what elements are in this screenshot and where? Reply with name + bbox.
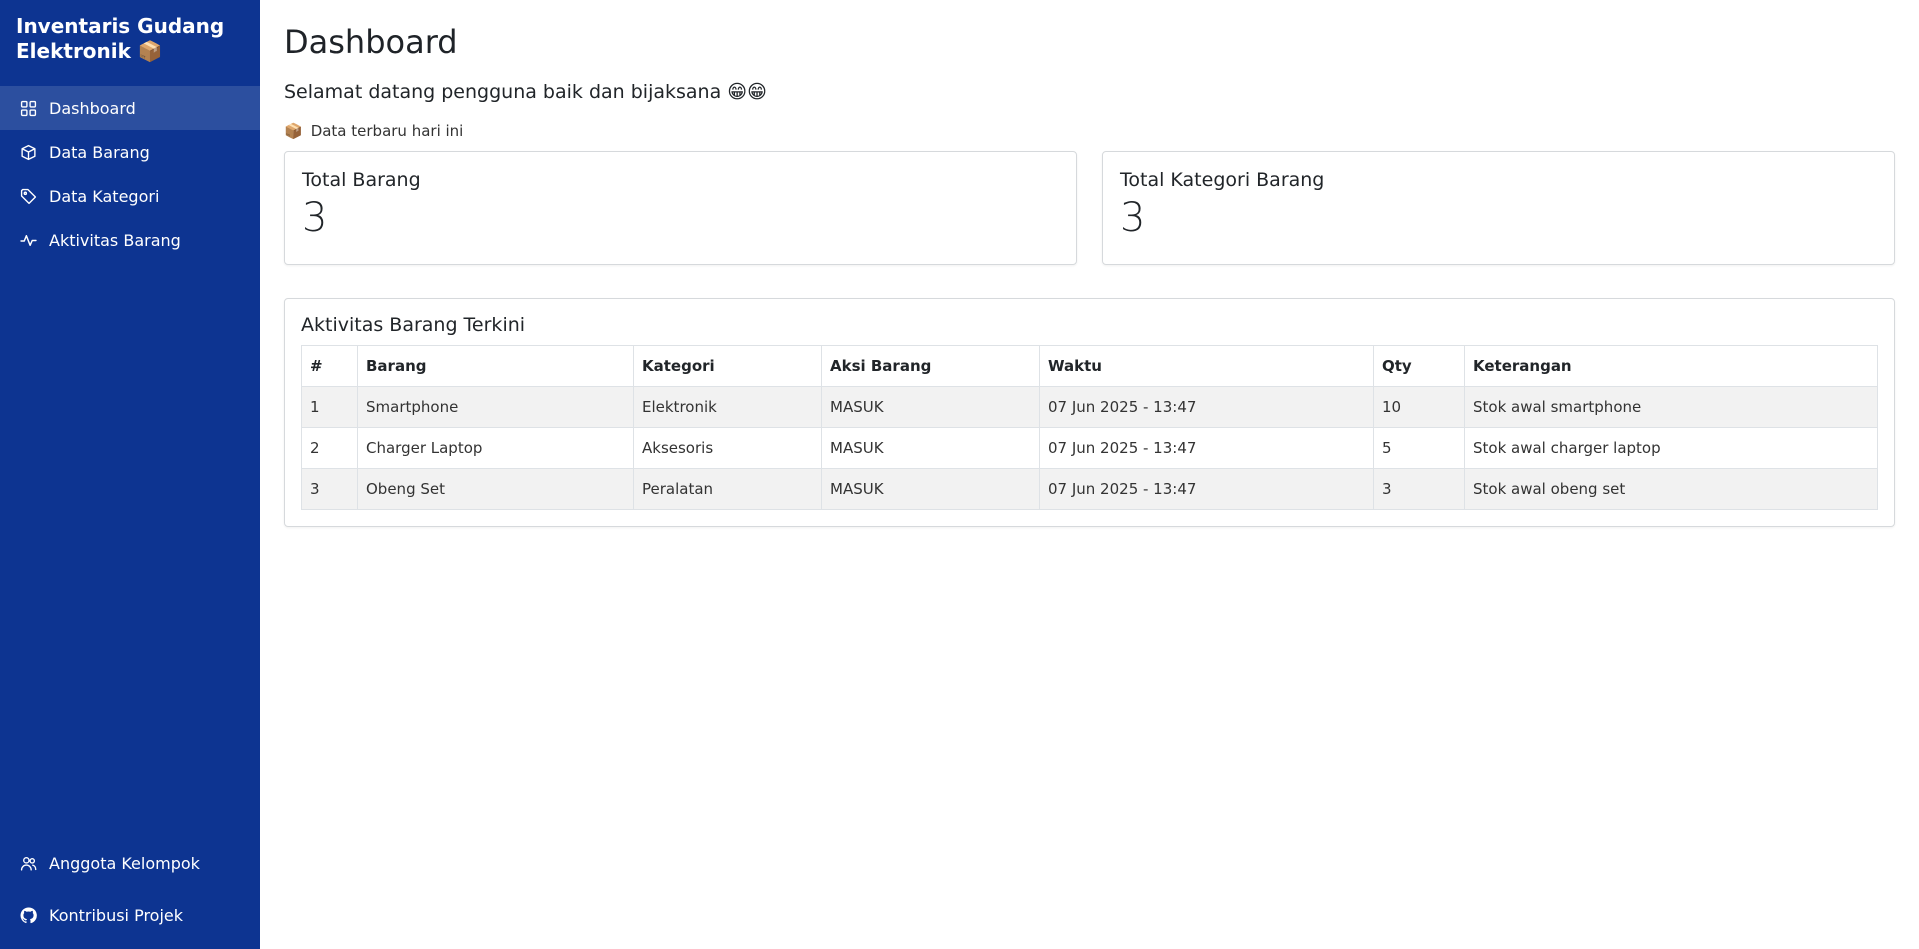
cell-keterangan: Stok awal smartphone [1464, 386, 1878, 428]
card-title: Total Kategori Barang [1120, 169, 1325, 191]
box-icon [19, 143, 37, 161]
sidebar: Inventaris Gudang Elektronik 📦 Dashboard… [0, 0, 260, 949]
sidebar-item-label: Kontribusi Projek [49, 905, 184, 925]
activity-icon [19, 231, 37, 249]
sidebar-item-aktivitas-barang[interactable]: Aktivitas Barang [0, 218, 260, 262]
brand-line-2: Elektronik 📦 [16, 39, 163, 63]
cell-aksi: MASUK [821, 468, 1040, 510]
cell-barang: Smartphone [357, 386, 634, 428]
brand[interactable]: Inventaris Gudang Elektronik 📦 [0, 0, 260, 86]
cell-index: 2 [301, 427, 358, 469]
app: Inventaris Gudang Elektronik 📦 Dashboard… [0, 0, 1919, 949]
grid-icon [19, 99, 37, 117]
activity-table: # Barang Kategori Aksi Barang Waktu Qty … [301, 345, 1878, 510]
users-icon [19, 854, 37, 872]
column-header: Keterangan [1464, 345, 1878, 387]
sidebar-item-label: Data Barang [49, 142, 150, 162]
sidebar-item-anggota-kelompok[interactable]: Anggota Kelompok [0, 837, 260, 889]
cell-index: 3 [301, 468, 358, 510]
sidebar-item-data-kategori[interactable]: Data Kategori [0, 174, 260, 218]
sidebar-item-kontribusi-projek[interactable]: Kontribusi Projek [0, 889, 260, 941]
column-header: Barang [357, 345, 634, 387]
table-row: 3 Obeng Set Peralatan MASUK 07 Jun 2025 … [301, 468, 1878, 510]
sidebar-item-dashboard[interactable]: Dashboard [0, 86, 260, 130]
cell-kategori: Aksesoris [633, 427, 822, 469]
table-row: 1 Smartphone Elektronik MASUK 07 Jun 202… [301, 386, 1878, 428]
recent-activity-title: Aktivitas Barang Terkini [301, 314, 526, 336]
cell-index: 1 [301, 386, 358, 428]
cell-aksi: MASUK [821, 427, 1040, 469]
brand-line-1: Inventaris Gudang [16, 14, 225, 38]
recent-activity-panel: Aktivitas Barang Terkini # Barang Katego… [284, 298, 1895, 527]
sidebar-item-label: Data Kategori [49, 186, 160, 206]
package-icon: 📦 [284, 122, 303, 140]
column-header: Waktu [1039, 345, 1374, 387]
cell-qty: 5 [1373, 427, 1465, 469]
sidebar-item-label: Aktivitas Barang [49, 230, 181, 250]
welcome-message: Selamat datang pengguna baik dan bijaksa… [284, 81, 767, 103]
column-header: # [301, 345, 358, 387]
sidebar-item-label: Anggota Kelompok [49, 853, 200, 873]
github-icon [19, 906, 37, 924]
column-header: Kategori [633, 345, 822, 387]
sidebar-nav: Dashboard Data Barang Data Kategori Akti… [0, 86, 260, 262]
column-header: Qty [1373, 345, 1465, 387]
cell-kategori: Peralatan [633, 468, 822, 510]
cell-qty: 10 [1373, 386, 1465, 428]
cell-barang: Charger Laptop [357, 427, 634, 469]
card-value: 3 [302, 195, 328, 241]
cell-qty: 3 [1373, 468, 1465, 510]
cell-barang: Obeng Set [357, 468, 634, 510]
table-row: 2 Charger Laptop Aksesoris MASUK 07 Jun … [301, 427, 1878, 469]
latest-data-text: Data terbaru hari ini [310, 122, 464, 140]
page-title: Dashboard [284, 23, 458, 61]
latest-data-note: 📦 Data terbaru hari ini [284, 121, 1895, 141]
cell-keterangan: Stok awal obeng set [1464, 468, 1878, 510]
cell-keterangan: Stok awal charger laptop [1464, 427, 1878, 469]
cell-waktu: 07 Jun 2025 - 13:47 [1039, 427, 1374, 469]
sidebar-item-label: Dashboard [49, 98, 136, 118]
main-content: Dashboard Selamat datang pengguna baik d… [260, 0, 1919, 949]
tag-icon [19, 187, 37, 205]
table-header-row: # Barang Kategori Aksi Barang Waktu Qty … [301, 345, 1878, 387]
total-kategori-card: Total Kategori Barang 3 [1102, 151, 1895, 265]
sidebar-bottom: Anggota Kelompok Kontribusi Projek [0, 837, 260, 949]
column-header: Aksi Barang [821, 345, 1040, 387]
cell-waktu: 07 Jun 2025 - 13:47 [1039, 386, 1374, 428]
summary-cards: Total Barang 3 Total Kategori Barang 3 [284, 151, 1895, 265]
card-title: Total Barang [302, 169, 421, 191]
sidebar-item-data-barang[interactable]: Data Barang [0, 130, 260, 174]
cell-kategori: Elektronik [633, 386, 822, 428]
cell-waktu: 07 Jun 2025 - 13:47 [1039, 468, 1374, 510]
total-barang-card: Total Barang 3 [284, 151, 1077, 265]
card-value: 3 [1120, 195, 1146, 241]
cell-aksi: MASUK [821, 386, 1040, 428]
